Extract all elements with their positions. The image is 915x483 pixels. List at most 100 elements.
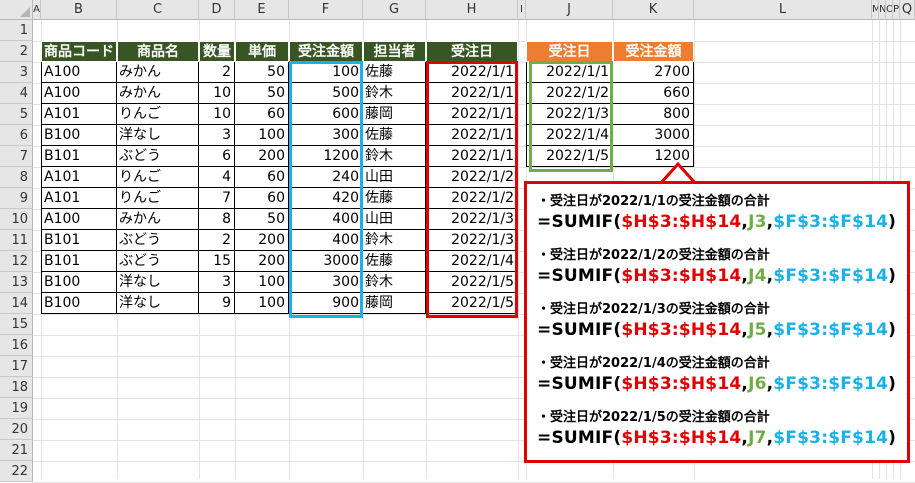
table-cell[interactable]: 100 xyxy=(235,125,289,146)
table-cell[interactable]: B101 xyxy=(41,251,117,272)
table-cell[interactable]: みかん xyxy=(117,62,199,83)
row-header-19[interactable]: 19 xyxy=(0,398,33,419)
column-header-a[interactable]: A xyxy=(33,0,41,20)
table-cell[interactable]: みかん xyxy=(117,209,199,230)
column-header-j[interactable]: J xyxy=(526,0,613,20)
column-header-d[interactable]: D xyxy=(199,0,235,20)
table-cell[interactable]: 佐藤 xyxy=(363,125,426,146)
table-cell[interactable]: 200 xyxy=(235,251,289,272)
summary-cell[interactable]: 800 xyxy=(613,104,694,125)
table-cell[interactable]: 420 xyxy=(289,188,363,209)
column-header-b[interactable]: B xyxy=(41,0,117,20)
table-cell[interactable]: 50 xyxy=(235,83,289,104)
table-cell[interactable]: 藤岡 xyxy=(363,293,426,314)
table-cell[interactable]: 50 xyxy=(235,209,289,230)
table-cell[interactable]: A101 xyxy=(41,167,117,188)
column-header-q[interactable]: Q xyxy=(900,0,915,20)
table-cell[interactable]: 240 xyxy=(289,167,363,188)
summary-cell[interactable]: 2022/1/2 xyxy=(526,83,613,104)
row-header-9[interactable]: 9 xyxy=(0,188,33,209)
summary-cell[interactable]: 2022/1/4 xyxy=(526,125,613,146)
table-cell[interactable]: B101 xyxy=(41,230,117,251)
table-cell[interactable]: A100 xyxy=(41,83,117,104)
table-cell[interactable]: 400 xyxy=(289,209,363,230)
table-cell[interactable]: ぶどう xyxy=(117,230,199,251)
row-header-17[interactable]: 17 xyxy=(0,356,33,377)
table-cell[interactable]: 3 xyxy=(199,272,235,293)
column-header-h[interactable]: H xyxy=(426,0,518,20)
table-cell[interactable]: 2022/1/5 xyxy=(426,293,518,314)
table-cell[interactable]: B100 xyxy=(41,272,117,293)
row-header-7[interactable]: 7 xyxy=(0,146,33,167)
table-cell[interactable]: 鈴木 xyxy=(363,272,426,293)
table-cell[interactable]: 藤岡 xyxy=(363,104,426,125)
table-cell[interactable]: 洋なし xyxy=(117,293,199,314)
table-cell[interactable]: 60 xyxy=(235,188,289,209)
table-cell[interactable]: A101 xyxy=(41,188,117,209)
summary-cell[interactable]: 2700 xyxy=(613,62,694,83)
table-cell[interactable]: 2022/1/1 xyxy=(426,125,518,146)
row-header-1[interactable]: 1 xyxy=(0,20,33,41)
summary-cell[interactable]: 660 xyxy=(613,83,694,104)
table-cell[interactable]: A100 xyxy=(41,62,117,83)
column-header-c[interactable]: C xyxy=(117,0,199,20)
row-header-6[interactable]: 6 xyxy=(0,125,33,146)
table-cell[interactable]: ぶどう xyxy=(117,251,199,272)
table-cell[interactable]: 10 xyxy=(199,104,235,125)
column-header-g[interactable]: G xyxy=(363,0,426,20)
table-cell[interactable]: りんご xyxy=(117,167,199,188)
column-header-o[interactable]: O xyxy=(886,0,893,20)
table-cell[interactable]: 2022/1/1 xyxy=(426,83,518,104)
row-header-2[interactable]: 2 xyxy=(0,41,33,62)
row-header-12[interactable]: 12 xyxy=(0,251,33,272)
table-cell[interactable]: 2 xyxy=(199,62,235,83)
table-cell[interactable]: 佐藤 xyxy=(363,251,426,272)
table-cell[interactable]: 3 xyxy=(199,125,235,146)
column-header-m[interactable]: M xyxy=(872,0,879,20)
row-header-20[interactable]: 20 xyxy=(0,419,33,440)
row-header-15[interactable]: 15 xyxy=(0,314,33,335)
table-cell[interactable]: 2022/1/4 xyxy=(426,251,518,272)
table-cell[interactable]: 3000 xyxy=(289,251,363,272)
table-cell[interactable]: 9 xyxy=(199,293,235,314)
table-cell[interactable]: 200 xyxy=(235,146,289,167)
table-cell[interactable]: 佐藤 xyxy=(363,188,426,209)
table-cell[interactable]: 鈴木 xyxy=(363,146,426,167)
table-cell[interactable]: 洋なし xyxy=(117,125,199,146)
row-header-16[interactable]: 16 xyxy=(0,335,33,356)
table-cell[interactable]: 2022/1/2 xyxy=(426,188,518,209)
column-header-l[interactable]: L xyxy=(694,0,872,20)
table-cell[interactable]: 2022/1/3 xyxy=(426,230,518,251)
table-cell[interactable]: 2022/1/1 xyxy=(426,62,518,83)
table-cell[interactable]: 10 xyxy=(199,83,235,104)
table-cell[interactable]: 100 xyxy=(289,62,363,83)
table-cell[interactable]: 2022/1/5 xyxy=(426,272,518,293)
table-cell[interactable]: A100 xyxy=(41,209,117,230)
column-header-n[interactable]: N xyxy=(879,0,886,20)
table-cell[interactable]: 6 xyxy=(199,146,235,167)
row-header-10[interactable]: 10 xyxy=(0,209,33,230)
table-cell[interactable]: 2022/1/2 xyxy=(426,167,518,188)
row-header-11[interactable]: 11 xyxy=(0,230,33,251)
table-cell[interactable]: 100 xyxy=(235,272,289,293)
table-cell[interactable]: 900 xyxy=(289,293,363,314)
table-cell[interactable]: 2022/1/1 xyxy=(426,146,518,167)
table-cell[interactable]: 2 xyxy=(199,230,235,251)
table-cell[interactable]: 山田 xyxy=(363,209,426,230)
table-cell[interactable]: 2022/1/3 xyxy=(426,209,518,230)
summary-cell[interactable]: 2022/1/3 xyxy=(526,104,613,125)
table-cell[interactable]: りんご xyxy=(117,188,199,209)
table-cell[interactable]: B100 xyxy=(41,293,117,314)
table-cell[interactable]: 8 xyxy=(199,209,235,230)
column-header-p[interactable]: P xyxy=(893,0,900,20)
table-cell[interactable]: 4 xyxy=(199,167,235,188)
table-cell[interactable]: 洋なし xyxy=(117,272,199,293)
table-cell[interactable]: 60 xyxy=(235,104,289,125)
table-cell[interactable]: A101 xyxy=(41,104,117,125)
table-cell[interactable]: 佐藤 xyxy=(363,62,426,83)
table-cell[interactable]: 2022/1/1 xyxy=(426,104,518,125)
table-cell[interactable]: 1200 xyxy=(289,146,363,167)
column-header-k[interactable]: K xyxy=(613,0,694,20)
table-cell[interactable]: 400 xyxy=(289,230,363,251)
table-cell[interactable]: 15 xyxy=(199,251,235,272)
